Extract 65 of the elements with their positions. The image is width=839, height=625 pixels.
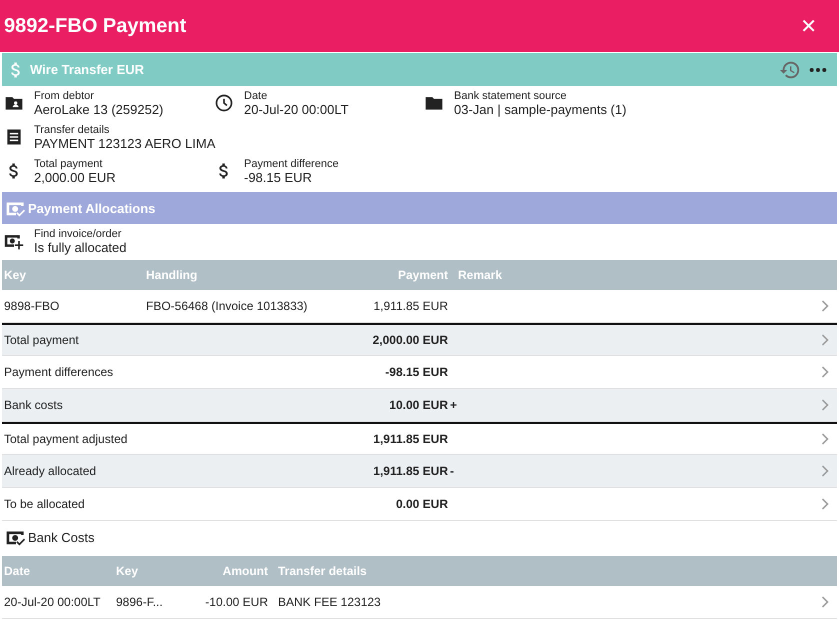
close-button[interactable]: ✕ [782,14,835,38]
table-cell-text: -10.00 EUR [204,595,268,609]
field-value: Is fully allocated [34,241,126,255]
summary-amount: -98.15 EUR [384,365,448,379]
more-icon[interactable] [809,66,827,72]
field-value: AeroLake 13 (259252) [34,103,164,117]
section-title: Wire Transfer EUR [30,62,144,77]
table-cell-text: 9896-F... [115,595,164,609]
field-value: PAYMENT 123123 AERO LIMA [34,137,216,151]
field-value: 03-Jan | sample-payments (1) [454,103,626,117]
summary-row[interactable]: Total payment 2,000.00 EUR [2,323,837,356]
summary-label: Total payment adjusted [3,432,128,446]
sign-text: + [450,398,458,412]
chevron-icon [821,433,829,445]
chevron-icon [821,465,829,477]
summary-label: To be allocated [3,497,86,511]
sign-text: - [450,464,454,478]
chevron-icon [821,596,829,608]
chevron-icon [821,300,829,312]
summary-amount: 0.00 EUR [394,497,448,511]
field-value: 20-Jul-20 00:00LT [244,103,349,117]
field-label: Date [244,89,268,103]
field-label: Total payment [34,157,104,171]
summary-label: Payment differences [3,365,114,379]
summary-amount: 1,911.85 EUR [372,432,448,446]
summary-row[interactable]: To be allocated 0.00 EUR [2,488,837,521]
field-label: Find invoice/order [34,227,122,241]
field-label: Payment difference [244,157,339,171]
window-title: 9892-FBO Payment [4,14,188,38]
summary-amount: 1,911.85 EUR [372,464,448,478]
column-header: Remark [457,268,504,282]
summary-amount: 2,000.00 EUR [372,333,448,347]
table-cell-text: 9898-FBO [3,299,60,313]
table-cell-text: BANK FEE 123123 [277,595,382,609]
table-cell-text: 20-Jul-20 00:00LT [3,595,102,609]
table-cell-text: 1,911.85 EUR [372,299,448,313]
summary-row[interactable]: Already allocated 1,911.85 EUR - [2,455,837,488]
summary-label: Bank costs [3,398,64,412]
section-title: Bank Costs [28,530,94,545]
chevron-icon [821,498,829,510]
chevron-icon [821,334,829,346]
table-cell-text: FBO-56468 (Invoice 1013833) [145,299,308,313]
column-header: Amount [222,564,268,578]
field-value: -98.15 EUR [244,171,313,185]
field-label: From debtor [34,89,95,103]
money-check-icon [5,200,27,216]
chevron-icon [821,399,829,411]
summary-label: Total payment [3,333,80,347]
summary-row[interactable]: Bank costs 10.00 EUR + [2,389,837,422]
table-row[interactable]: 20-Jul-20 00:00LT 9896-F... -10.00 EUR BANK FEE 123123 [2,586,837,619]
column-header: Handling [145,268,198,282]
column-header: Key [115,564,140,578]
column-header: Key [3,268,28,282]
summary-amount: 10.00 EUR [388,398,448,412]
money-check-icon [5,529,27,546]
field-value: 2,000.00 EUR [34,171,116,185]
summary-label: Already allocated [3,464,98,478]
column-header: Transfer details [277,564,368,578]
chevron-icon [821,366,829,378]
column-header: Date [3,564,32,578]
field-label: Transfer details [34,123,110,137]
field-label: Bank statement source [454,89,568,103]
clock-icon [214,93,234,113]
column-header: Payment [396,268,448,282]
section-title: Payment Allocations [28,200,156,216]
